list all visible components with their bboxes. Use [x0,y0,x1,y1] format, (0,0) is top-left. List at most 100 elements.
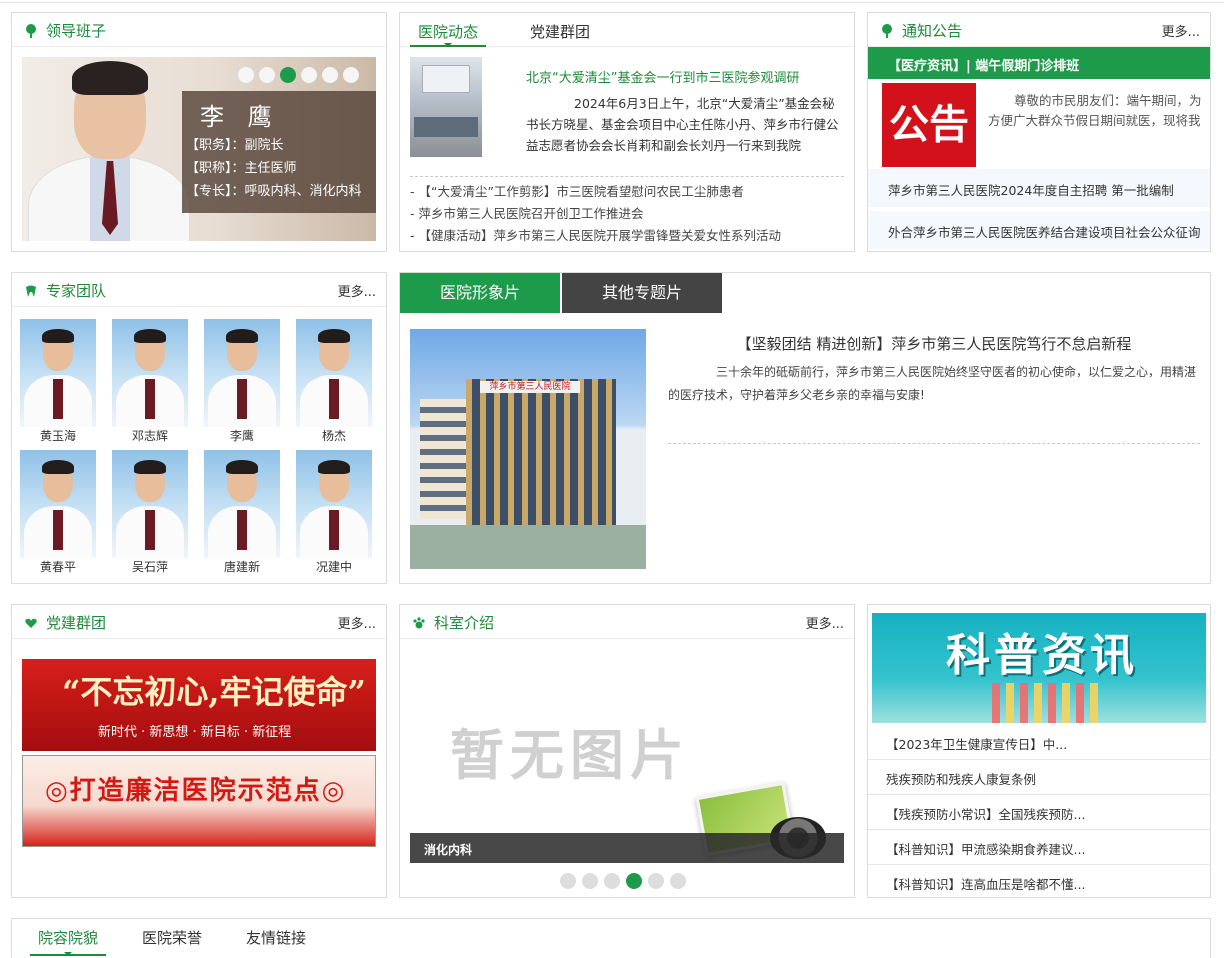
party-banner-integrity[interactable]: ◎打造廉洁医院示范点◎ [22,755,376,847]
expert-card[interactable]: 李鹰 [204,319,280,445]
tab-hospital-film[interactable]: 医院形象片 [400,273,560,313]
news-list-item[interactable]: - 【“大爱清尘”工作剪影】市三医院看望慰问农民工尘肺患者 [410,181,781,203]
notice-item[interactable]: 外合萍乡市第三人民医院医养结合建设项目社会公众征询 [868,211,1210,249]
expert-name: 邓志辉 [131,429,168,443]
science-list-item[interactable]: 【残疾预防小常识】全国残疾预防... [868,795,1210,830]
paw-icon [413,616,425,628]
leader-rank: 【职称】：主任医师 [186,161,297,176]
tooth-icon [26,285,36,297]
expert-card[interactable]: 杨杰 [296,319,372,445]
news-header: 医院动态 党建群团 [400,13,854,47]
expert-name: 唐建新 [223,560,260,574]
expert-card[interactable]: 唐建新 [204,450,280,576]
news-list-item[interactable]: - 【健康活动】萍乡市第三人民医院开展学雷锋暨关爱女性系列活动 [410,225,781,247]
slide-dot[interactable] [670,873,686,889]
news-list-item[interactable]: - 萍乡市第三人民医院召开创卫工作推进会 [410,203,781,225]
experts-header: 专家团队 更多... [12,273,386,307]
leader-specialty: 【专长】：呼吸内科、消化内科 [186,184,362,199]
test-tubes-icon [992,683,1102,723]
notice-header: 通知公告 更多... [868,13,1210,47]
dept-image-placeholder[interactable]: 暂无图片 [410,649,844,863]
party-more-link[interactable]: 更多... [338,613,376,632]
slide-dot[interactable] [604,873,620,889]
hospital-building-image[interactable]: 萍乡市第三人民医院 [410,329,646,569]
banner-integrity-slogan: ◎打造廉洁医院示范点◎ [45,776,347,806]
dept-more-link[interactable]: 更多... [806,613,844,632]
slide-dot[interactable] [301,67,317,83]
expert-name: 杨杰 [321,429,346,443]
news-divider [410,176,844,177]
expert-photo [20,450,96,558]
slide-dot[interactable] [560,873,576,889]
leader-hair [72,61,148,95]
tab-hospital-scenery[interactable]: 院容院貌 [30,919,107,956]
slide-dot[interactable] [238,67,254,83]
no-image-text: 暂无图片 [450,724,690,787]
notice-item[interactable]: 萍乡市第三人民医院2024年度自主招聘 第一批编制 [868,169,1210,207]
banner-slogan: “不忘初心,牢记使命” [62,673,366,711]
party-banner-mission[interactable]: “不忘初心,牢记使命” 新时代 · 新思想 · 新目标 · 新征程 [22,659,376,751]
building-main [466,379,616,529]
slide-dot[interactable] [648,873,664,889]
expert-name: 黄玉海 [39,429,76,443]
slide-dot-active[interactable] [280,67,296,83]
expert-photo [204,319,280,427]
expert-photo [204,450,280,558]
dept-panel: 科室介绍 更多... 暂无图片 消化内科 [399,604,855,898]
expert-photo [112,319,188,427]
slide-dot[interactable] [322,67,338,83]
bottom-tabs: 院容院貌 医院荣誉 友情链接 [30,919,314,956]
slide-dot[interactable] [259,67,275,83]
expert-card[interactable]: 黄春平 [20,450,96,576]
dept-header: 科室介绍 更多... [400,605,854,639]
leader-name: 李 鹰 [200,103,280,131]
news-tabs: 医院动态 党建群团 [410,13,598,47]
tab-hospital-honors[interactable]: 医院荣誉 [134,919,210,956]
expert-card[interactable]: 黄玉海 [20,319,96,445]
science-banner[interactable]: 科普资讯 [872,613,1206,723]
science-list-item[interactable]: 残疾预防和残疾人康复条例 [868,760,1210,795]
video-description: 三十余年的砥砺前行，萍乡市第三人民医院始终坚守医者的初心使命，以仁爱之心，用精湛… [668,365,1197,402]
slide-dot[interactable] [343,67,359,83]
experts-title: 专家团队 [46,282,107,300]
leader-slide-dots [238,67,359,83]
notice-badge[interactable]: 公告 [882,83,976,167]
expert-photo [296,319,372,427]
party-title: 党建群团 [46,614,107,632]
notice-featured-title[interactable]: 【医疗资讯】| 端午假期门诊排班 [868,47,1210,79]
expert-name: 李鹰 [229,429,254,443]
notice-panel: 通知公告 更多... 【医疗资讯】| 端午假期门诊排班 公告 尊敬的市民朋友们：… [867,12,1211,252]
tree-icon [882,23,892,38]
news-headline[interactable]: 北京“大爱清尘”基金会一行到市三医院参观调研 [526,67,799,86]
tab-hospital-news[interactable]: 医院动态 [410,13,487,47]
top-divider [0,0,1224,3]
science-list-item[interactable]: 【科普知识】连高血压是啥都不懂... [868,865,1210,897]
leaders-title: 领导班子 [46,22,107,40]
expert-photo [296,450,372,558]
expert-photo [20,319,96,427]
news-list: - 【“大爱清尘”工作剪影】市三医院看望慰问农民工尘肺患者 - 萍乡市第三人民医… [410,181,781,247]
notice-more-link[interactable]: 更多... [1162,21,1200,40]
science-list-item[interactable]: 【2023年卫生健康宣传日】中... [868,725,1210,760]
tab-friendly-links[interactable]: 友情链接 [238,919,314,956]
bottom-panel: 院容院貌 医院荣誉 友情链接 [11,918,1211,958]
expert-card[interactable]: 邓志辉 [112,319,188,445]
tab-party-news[interactable]: 党建群团 [522,13,598,47]
news-thumbnail[interactable] [410,57,482,157]
science-list-item[interactable]: 【科普知识】甲流感染期食养建议... [868,830,1210,865]
slide-dot[interactable] [582,873,598,889]
party-panel: 党建群团 更多... “不忘初心,牢记使命” 新时代 · 新思想 · 新目标 ·… [11,604,387,898]
expert-card[interactable]: 况建中 [296,450,372,576]
tab-other-films[interactable]: 其他专题片 [562,273,722,313]
leader-slide[interactable]: 李 鹰 【职务】：副院长 【职称】：主任医师 【专长】：呼吸内科、消化内科 [22,57,376,241]
dept-caption[interactable]: 消化内科 [410,833,844,863]
slide-dot-active[interactable] [626,873,642,889]
party-header: 党建群团 更多... [12,605,386,639]
video-title[interactable]: 【坚毅团结 精进创新】萍乡市第三人民医院笃行不怠启新程 [668,333,1200,354]
video-panel: 医院形象片 其他专题片 萍乡市第三人民医院 【坚毅团结 精进创新】萍乡市第三人民… [399,272,1211,584]
expert-name: 黄春平 [39,560,76,574]
tree-icon [26,23,36,38]
heart-icon [25,618,37,628]
experts-more-link[interactable]: 更多... [338,281,376,300]
expert-card[interactable]: 吴石萍 [112,450,188,576]
